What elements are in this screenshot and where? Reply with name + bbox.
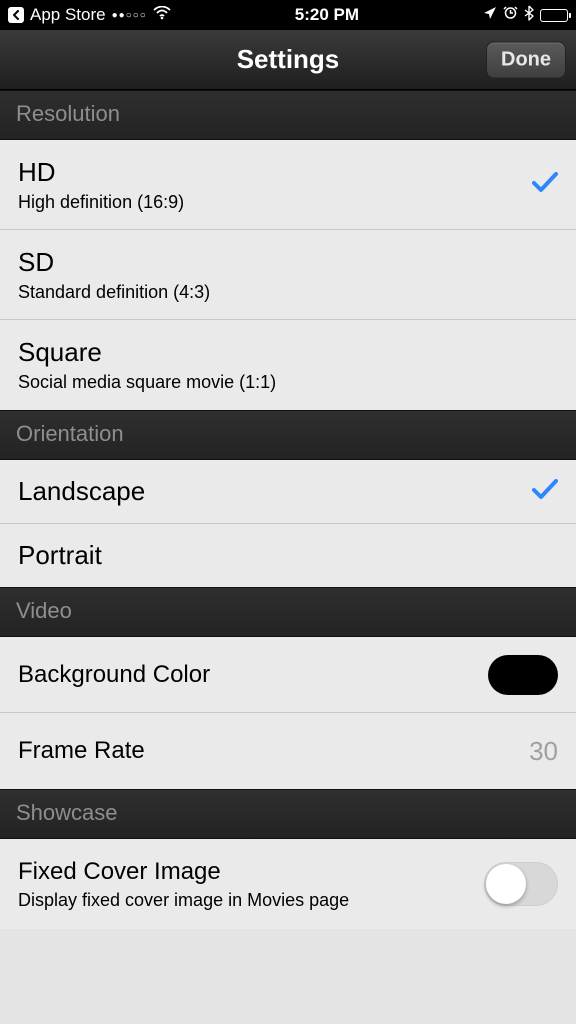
- row-label: Frame Rate: [18, 737, 145, 765]
- alarm-icon: [503, 5, 518, 25]
- option-title: Portrait: [18, 540, 102, 571]
- section-header-orientation: Orientation: [0, 410, 576, 460]
- option-title: SD: [18, 247, 210, 278]
- showcase-list: Fixed Cover Image Display fixed cover im…: [0, 839, 576, 929]
- background-color-row[interactable]: Background Color: [0, 637, 576, 713]
- done-button[interactable]: Done: [486, 41, 566, 78]
- frame-rate-value: 30: [529, 736, 558, 767]
- option-title: HD: [18, 157, 184, 188]
- wifi-icon: [153, 5, 171, 25]
- orientation-option-portrait[interactable]: Portrait: [0, 524, 576, 587]
- page-title: Settings: [237, 44, 340, 75]
- toggle-switch[interactable]: [484, 862, 558, 906]
- cell-signal-icon: ●●○○○: [112, 10, 147, 21]
- section-header-resolution: Resolution: [0, 90, 576, 140]
- option-title: Landscape: [18, 476, 145, 507]
- status-bar: App Store ●●○○○ 5:20 PM: [0, 0, 576, 30]
- row-subtitle: Display fixed cover image in Movies page: [18, 890, 349, 911]
- bluetooth-icon: [524, 5, 534, 26]
- nav-bar: Settings Done: [0, 30, 576, 90]
- option-subtitle: Standard definition (4:3): [18, 282, 210, 303]
- video-list: Background Color Frame Rate 30: [0, 637, 576, 789]
- orientation-option-landscape[interactable]: Landscape: [0, 460, 576, 524]
- frame-rate-row[interactable]: Frame Rate 30: [0, 713, 576, 789]
- location-icon: [483, 5, 497, 25]
- color-swatch[interactable]: [488, 655, 558, 695]
- section-header-video: Video: [0, 587, 576, 637]
- battery-icon: [540, 9, 568, 22]
- row-label: Fixed Cover Image: [18, 858, 349, 886]
- resolution-option-sd[interactable]: SD Standard definition (4:3): [0, 230, 576, 320]
- option-title: Square: [18, 337, 276, 368]
- checkmark-icon: [532, 476, 558, 507]
- option-subtitle: Social media square movie (1:1): [18, 372, 276, 393]
- orientation-list: Landscape Portrait: [0, 460, 576, 587]
- row-label: Background Color: [18, 661, 210, 689]
- status-time: 5:20 PM: [171, 5, 483, 25]
- resolution-option-hd[interactable]: HD High definition (16:9): [0, 140, 576, 230]
- checkmark-icon: [532, 169, 558, 200]
- back-to-app-label[interactable]: App Store: [30, 5, 106, 25]
- resolution-list: HD High definition (16:9) SD Standard de…: [0, 140, 576, 410]
- option-subtitle: High definition (16:9): [18, 192, 184, 213]
- section-header-showcase: Showcase: [0, 789, 576, 839]
- back-to-app-icon[interactable]: [8, 7, 24, 23]
- fixed-cover-image-row[interactable]: Fixed Cover Image Display fixed cover im…: [0, 839, 576, 929]
- resolution-option-square[interactable]: Square Social media square movie (1:1): [0, 320, 576, 410]
